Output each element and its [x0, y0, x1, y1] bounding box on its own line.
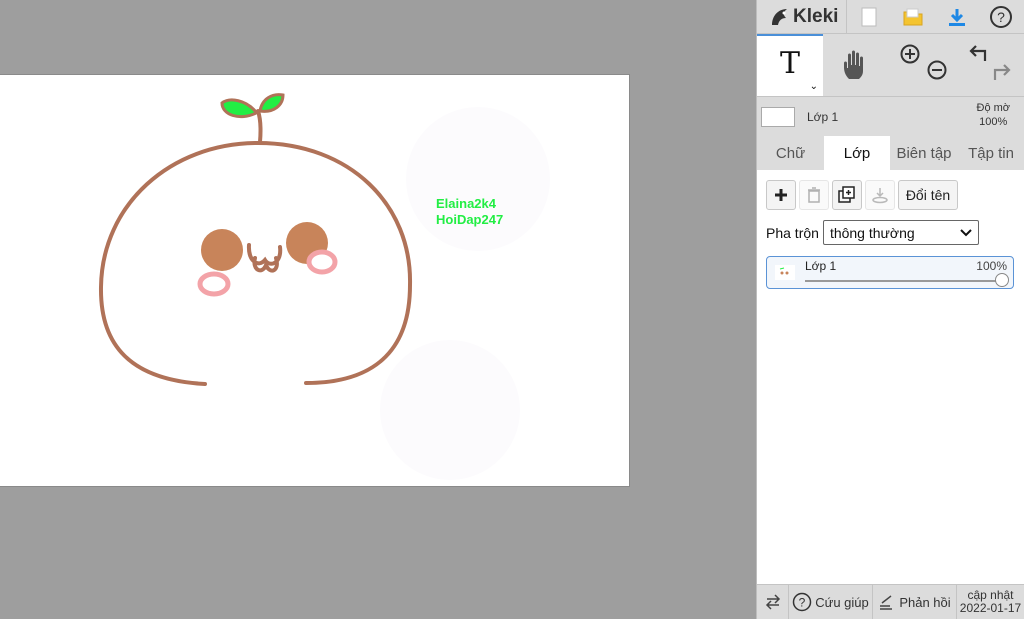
text-tool-button[interactable]: T ⌄	[757, 34, 823, 96]
layer-item-thumbnail	[775, 265, 795, 280]
tab-file[interactable]: Tập tin	[958, 136, 1024, 170]
merge-down-icon	[872, 188, 888, 204]
layer-item-name: Lớp 1	[805, 259, 837, 273]
update-info[interactable]: cập nhật 2022-01-17	[957, 585, 1024, 619]
plus-icon	[775, 189, 787, 201]
undo-icon[interactable]	[967, 43, 989, 63]
blend-mode-row: Pha trộn thông thường	[757, 210, 1024, 245]
folder-icon	[903, 8, 923, 25]
panel-footer: ? Cứu giúp Phản hồi cập nhật 2022-01-17	[757, 584, 1024, 619]
layer-opacity-slider[interactable]	[805, 280, 1005, 282]
zoom-in-icon[interactable]	[899, 43, 921, 65]
top-bar: Kleki ?	[757, 0, 1024, 34]
watermark-text-2: HoiDap247	[436, 212, 504, 227]
layer-thumbnail	[761, 107, 795, 127]
help-button[interactable]: ?	[979, 0, 1023, 33]
redo-icon[interactable]	[991, 62, 1013, 82]
app-title: Kleki	[793, 5, 839, 27]
kleki-logo-icon	[772, 8, 787, 25]
swap-arrows-icon	[765, 594, 780, 610]
opacity-readout: Độ mờ 100%	[977, 101, 1011, 129]
opacity-value: 100%	[979, 116, 1008, 128]
eraser-mark	[380, 340, 520, 480]
drawing	[98, 93, 550, 480]
blend-mode-select[interactable]: thông thường	[822, 220, 979, 245]
merge-down-button[interactable]	[865, 180, 895, 210]
open-file-button[interactable]	[891, 0, 935, 33]
zoom-controls	[889, 34, 955, 96]
tab-text[interactable]: Chữ	[757, 136, 824, 170]
current-layer-name: Lớp 1	[807, 110, 839, 124]
help-icon: ?	[792, 592, 812, 612]
duplicate-icon	[838, 186, 855, 203]
update-date: 2022-01-17	[959, 601, 1022, 615]
eraser-mark	[406, 107, 550, 251]
layer-actions: Đổi tên	[757, 170, 1024, 210]
add-layer-button[interactable]	[766, 180, 796, 210]
new-file-icon	[861, 7, 877, 26]
layer-opacity-slider-handle[interactable]	[995, 273, 1009, 287]
canvas-workspace[interactable]: Elaina2k4 HoiDap247	[0, 0, 756, 619]
zoom-out-icon[interactable]	[926, 59, 948, 81]
left-blush	[197, 271, 231, 297]
download-button[interactable]	[935, 0, 979, 33]
blend-mode-value: thông thường	[829, 224, 915, 241]
hand-tool-button[interactable]	[823, 34, 889, 96]
help-link[interactable]: ? Cứu giúp	[789, 585, 873, 619]
layer-panel-content: Đổi tên Pha trộn thông thường Lớp 1 100%	[757, 170, 1024, 597]
hand-icon	[844, 50, 863, 79]
svg-text:?: ?	[799, 596, 806, 610]
right-blush	[306, 249, 338, 275]
feedback-link[interactable]: Phản hồi	[873, 585, 957, 619]
tool-row: T ⌄	[757, 34, 1024, 97]
kleki-logo[interactable]: Kleki	[757, 0, 847, 33]
sprout-leaf-right	[258, 93, 285, 113]
layer-item-opacity: 100%	[976, 259, 1007, 273]
duplicate-layer-button[interactable]	[832, 180, 862, 210]
watermark-text-1: Elaina2k4	[436, 196, 496, 211]
sprout-leaf-left	[220, 98, 258, 119]
feedback-label: Phản hồi	[899, 594, 951, 610]
panel-tabs: Chữ Lớp Biên tập Tập tin	[757, 136, 1024, 170]
trash-icon	[808, 187, 820, 203]
download-icon	[949, 8, 965, 26]
swap-panel-button[interactable]	[757, 585, 789, 619]
help-icon: ?	[990, 5, 1012, 28]
new-file-button[interactable]	[847, 0, 891, 33]
sprout-stem	[256, 109, 263, 144]
tab-edit[interactable]: Biên tập	[890, 136, 958, 170]
chevron-down-icon	[960, 228, 972, 236]
opacity-label: Độ mờ	[976, 102, 1011, 114]
current-layer-bar: Lớp 1 Độ mờ 100%	[757, 97, 1024, 137]
layer-list-item[interactable]: Lớp 1 100%	[766, 256, 1014, 289]
history-controls	[955, 34, 1023, 96]
help-label: Cứu giúp	[815, 594, 869, 610]
text-tool-icon: T	[779, 45, 800, 81]
mouth	[246, 243, 283, 273]
delete-layer-button[interactable]	[799, 180, 829, 210]
svg-text:?: ?	[997, 9, 1005, 25]
tool-panel: Kleki ? T ⌄ Lớp 1 Độ mờ 100% Chữ Lớp Biê…	[756, 0, 1024, 619]
blend-mode-label: Pha trộn	[766, 224, 819, 241]
chevron-down-icon[interactable]: ⌄	[810, 81, 818, 92]
feedback-icon	[880, 595, 893, 610]
rename-layer-button[interactable]: Đổi tên	[898, 180, 958, 210]
tab-layer[interactable]: Lớp	[824, 136, 890, 170]
drawing-canvas[interactable]: Elaina2k4 HoiDap247	[0, 75, 629, 486]
left-cheek	[201, 229, 243, 271]
